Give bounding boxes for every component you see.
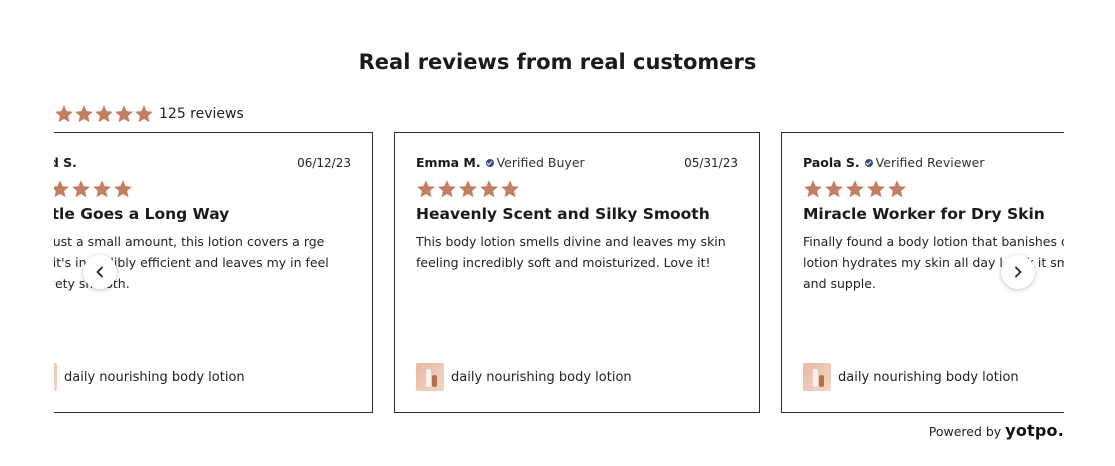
- review-date: 05/31/23: [684, 155, 738, 170]
- yotpo-logo[interactable]: yotpo.: [1005, 421, 1064, 440]
- star-icon: [134, 104, 154, 124]
- product-name[interactable]: daily nourishing body lotion: [64, 370, 245, 385]
- review-card: Emma M. Verified Buyer 05/31/23 Heavenly…: [394, 132, 760, 413]
- review-title: Miracle Worker for Dry Skin: [803, 205, 1045, 223]
- review-date: 06/12/23: [297, 155, 351, 170]
- review-stars: [803, 179, 908, 199]
- star-icon: [416, 179, 436, 199]
- powered-by[interactable]: Powered by yotpo.: [929, 421, 1064, 440]
- carousel-next-button[interactable]: [1001, 255, 1035, 289]
- star-icon: [54, 104, 74, 124]
- star-icon: [458, 179, 478, 199]
- review-product[interactable]: daily nourishing body lotion: [416, 363, 632, 391]
- star-icon: [437, 179, 457, 199]
- review-product[interactable]: daily nourishing body lotion: [54, 363, 245, 391]
- star-icon: [803, 179, 823, 199]
- product-name[interactable]: daily nourishing body lotion: [451, 370, 632, 385]
- star-icon: [114, 104, 134, 124]
- carousel-prev-button[interactable]: [83, 255, 117, 289]
- star-icon: [887, 179, 907, 199]
- verified-check-icon: [864, 158, 873, 167]
- reviews-carousel: avid S. 06/12/23 Little Goes a Long Way …: [54, 132, 1064, 414]
- verified-badge: Verified Buyer: [485, 155, 585, 170]
- section-title: Real reviews from real customers: [358, 50, 757, 74]
- review-header: avid S. 06/12/23: [54, 155, 351, 170]
- reviewer-name: Emma M.: [416, 155, 481, 170]
- verified-badge: Verified Reviewer: [864, 155, 985, 170]
- star-icon: [54, 179, 70, 199]
- product-name[interactable]: daily nourishing body lotion: [838, 370, 1019, 385]
- review-body: This body lotion smells divine and leave…: [416, 234, 726, 270]
- carousel-track: avid S. 06/12/23 Little Goes a Long Way …: [54, 132, 1064, 413]
- star-icon: [74, 104, 94, 124]
- reviewer-name: Paola S.: [803, 155, 860, 170]
- star-icon: [113, 179, 133, 199]
- star-icon: [866, 179, 886, 199]
- review-product[interactable]: daily nourishing body lotion: [803, 363, 1019, 391]
- chevron-right-icon: [1015, 266, 1022, 278]
- star-icon: [479, 179, 499, 199]
- product-thumbnail[interactable]: [416, 363, 444, 391]
- star-icon: [824, 179, 844, 199]
- verified-check-icon: [485, 158, 494, 167]
- review-stars: [416, 179, 521, 199]
- chevron-left-icon: [96, 266, 103, 278]
- verified-label: Verified Buyer: [496, 155, 585, 170]
- reviewer-name: avid S.: [54, 155, 77, 170]
- review-header: Emma M. Verified Buyer 05/31/23: [416, 155, 738, 170]
- review-title: Little Goes a Long Way: [54, 205, 230, 223]
- review-stars: [54, 179, 134, 199]
- rating-summary[interactable]: 125 reviews: [54, 104, 244, 124]
- powered-by-label: Powered by: [928, 424, 1002, 439]
- star-icon: [845, 179, 865, 199]
- star-icon: [500, 179, 520, 199]
- verified-label: Verified Reviewer: [875, 155, 985, 170]
- product-thumbnail[interactable]: [54, 363, 57, 391]
- review-header: Paola S. Verified Reviewer 02: [803, 155, 1064, 170]
- review-title: Heavenly Scent and Silky Smooth: [416, 205, 710, 223]
- review-count[interactable]: 125 reviews: [159, 106, 244, 122]
- star-icon: [71, 179, 91, 199]
- star-icon: [92, 179, 112, 199]
- product-thumbnail[interactable]: [803, 363, 831, 391]
- star-icon: [94, 104, 114, 124]
